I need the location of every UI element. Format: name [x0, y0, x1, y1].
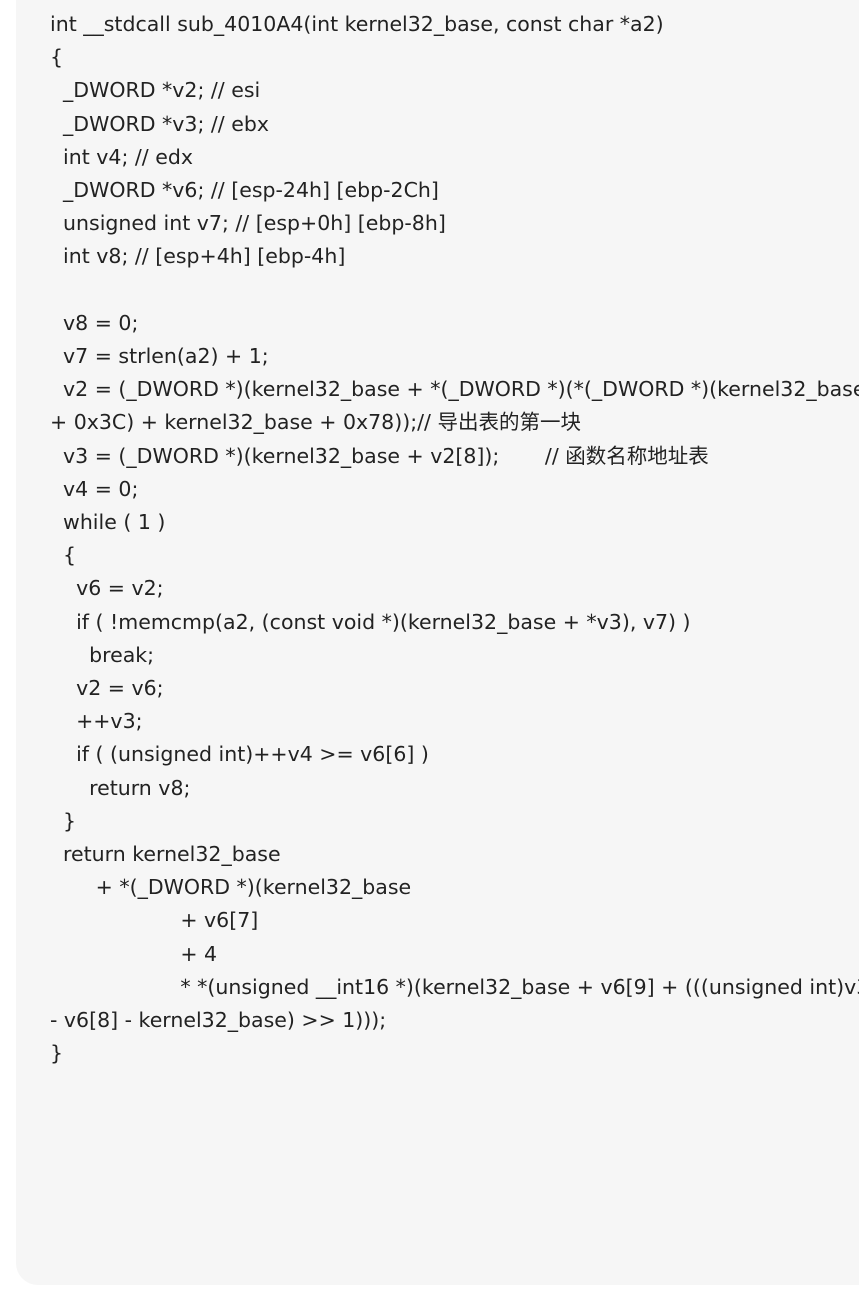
code-line: while ( 1 ) [50, 510, 166, 535]
code-line: + v6[7] [50, 908, 259, 933]
code-line: v2 = v6; [50, 676, 164, 701]
code-line: v4 = 0; [50, 476, 139, 501]
code-line: v6 = v2; [50, 576, 164, 601]
code-line: if ( !memcmp(a2, (const void *)(kernel32… [50, 609, 691, 634]
code-line: int v4; // edx [50, 144, 193, 169]
code-line: { [50, 543, 77, 568]
code-line: return v8; [50, 775, 191, 800]
code-line: } [50, 1041, 64, 1066]
code-line: v2 = (_DWORD *)(kernel32_base + *(_DWORD… [50, 377, 859, 435]
code-line: break; [50, 642, 155, 667]
code-line: _DWORD *v3; // ebx [50, 111, 269, 136]
code-line: int v8; // [esp+4h] [ebp-4h] [50, 244, 346, 269]
code-line: } [50, 808, 77, 833]
code-line: + *(_DWORD *)(kernel32_base [50, 875, 412, 900]
code-line: v8 = 0; [50, 310, 139, 335]
code-block-container: int __stdcall sub_4010A4(int kernel32_ba… [16, 0, 859, 1285]
code-block[interactable]: int __stdcall sub_4010A4(int kernel32_ba… [50, 8, 859, 1070]
code-line: unsigned int v7; // [esp+0h] [ebp-8h] [50, 211, 446, 236]
code-line: { [50, 45, 64, 70]
code-line: return kernel32_base [50, 842, 281, 867]
code-line: v3 = (_DWORD *)(kernel32_base + v2[8]); … [50, 443, 709, 468]
code-line: int __stdcall sub_4010A4(int kernel32_ba… [50, 12, 664, 36]
code-line: _DWORD *v2; // esi [50, 78, 261, 103]
code-line: if ( (unsigned int)++v4 >= v6[6] ) [50, 742, 429, 767]
code-line: * *(unsigned __int16 *)(kernel32_base + … [50, 974, 859, 1033]
code-line: + 4 [50, 941, 218, 966]
code-line: v7 = strlen(a2) + 1; [50, 344, 269, 369]
code-line: ++v3; [50, 709, 143, 734]
code-line: _DWORD *v6; // [esp-24h] [ebp-2Ch] [50, 178, 439, 203]
